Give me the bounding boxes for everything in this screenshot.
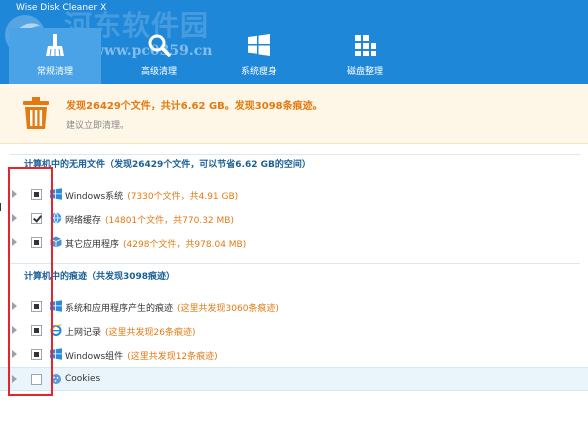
- item-detail: (4298个文件，共978.04 MB): [123, 240, 247, 250]
- item-detail: (14801个文件，共770.32 MB): [105, 216, 234, 226]
- list-item-system-app-traces[interactable]: 系统和应用程序产生的痕迹 (这里共发现3060条痕迹): [0, 295, 588, 319]
- checkbox[interactable]: [31, 374, 42, 385]
- list-item-cookies[interactable]: Cookies: [0, 367, 588, 391]
- windows-icon: [50, 188, 62, 200]
- checkbox[interactable]: [31, 237, 42, 248]
- scan-summary-bar: 发现26429个文件，共计6.62 GB。发现3098条痕迹。 建议立即清理。: [0, 84, 588, 144]
- ie-icon: [50, 324, 62, 336]
- search-icon: [148, 34, 171, 57]
- windows-icon: [248, 34, 270, 56]
- tab-regular-clean[interactable]: 常规清理: [9, 28, 101, 84]
- tab-label: 磁盘整理: [346, 67, 383, 77]
- list-item-network-cache[interactable]: 网络缓存 (14801个文件，共770.32 MB): [0, 207, 588, 231]
- expand-arrow-icon[interactable]: [12, 350, 17, 358]
- item-label: Cookies: [65, 374, 101, 384]
- item-label: 上网记录 (这里共发现26条痕迹): [65, 328, 196, 338]
- checkbox[interactable]: [31, 325, 42, 336]
- item-detail: (这里共发现12条痕迹): [127, 352, 218, 362]
- list-item-windows-components[interactable]: Windows组件 (这里共发现12条痕迹): [0, 343, 588, 367]
- tab-system-slim[interactable]: 系统瘦身: [213, 28, 305, 84]
- expand-arrow-icon[interactable]: [12, 214, 17, 222]
- tab-disk-defrag[interactable]: 磁盘整理: [319, 28, 411, 84]
- expand-arrow-icon[interactable]: [12, 302, 17, 310]
- item-detail: (7330个文件，共4.91 GB): [127, 192, 239, 202]
- expand-arrow-icon[interactable]: [12, 326, 17, 334]
- item-detail: (这里共发现26条痕迹): [105, 328, 196, 338]
- app-header: Wise Disk Cleaner X 河东软件园 www.pc0359.cn …: [0, 0, 588, 84]
- app-box-icon: [50, 236, 62, 248]
- text-cursor: [0, 203, 3, 211]
- item-label: Windows组件 (这里共发现12条痕迹): [65, 352, 218, 362]
- expand-arrow-icon[interactable]: [12, 238, 17, 246]
- list-item-windows-system[interactable]: Windows系统 (7330个文件，共4.91 GB): [0, 183, 588, 207]
- list-item-browsing-history[interactable]: 上网记录 (这里共发现26条痕迹): [0, 319, 588, 343]
- windows-icon: [50, 348, 62, 360]
- summary-sub-text: 建议立即清理。: [66, 121, 130, 131]
- grid-blocks-icon: [355, 35, 376, 56]
- item-label: 其它应用程序 (4298个文件，共978.04 MB): [65, 240, 247, 250]
- trash-icon: [23, 97, 49, 129]
- windows-icon: [50, 300, 62, 312]
- item-detail: (这里共发现3060条痕迹): [177, 304, 279, 314]
- group-title-traces: 计算机中的痕迹（共发现3098痕迹）: [24, 272, 176, 282]
- expand-arrow-icon[interactable]: [12, 375, 17, 383]
- item-label: Windows系统 (7330个文件，共4.91 GB): [65, 192, 239, 202]
- broom-icon: [46, 34, 64, 57]
- tab-label: 常规清理: [36, 67, 73, 77]
- tab-label: 高级清理: [140, 67, 177, 77]
- expand-arrow-icon[interactable]: [12, 190, 17, 198]
- checkbox[interactable]: [31, 349, 42, 360]
- group-title-junk-files: 计算机中的无用文件（发现26429个文件，可以节省6.62 GB的空间）: [24, 160, 311, 170]
- summary-main-text: 发现26429个文件，共计6.62 GB。发现3098条痕迹。: [66, 101, 323, 112]
- cookie-icon: [51, 374, 61, 384]
- list-item-other-apps[interactable]: 其它应用程序 (4298个文件，共978.04 MB): [0, 231, 588, 255]
- checkbox[interactable]: [31, 213, 42, 224]
- checkbox[interactable]: [31, 301, 42, 312]
- tab-advanced-clean[interactable]: 高级清理: [113, 28, 205, 84]
- item-label: 系统和应用程序产生的痕迹 (这里共发现3060条痕迹): [65, 304, 279, 314]
- globe-icon: [50, 212, 62, 224]
- item-label: 网络缓存 (14801个文件，共770.32 MB): [65, 216, 234, 226]
- divider: [10, 154, 580, 155]
- tab-label: 系统瘦身: [240, 67, 277, 77]
- divider: [10, 263, 580, 264]
- checkbox[interactable]: [31, 189, 42, 200]
